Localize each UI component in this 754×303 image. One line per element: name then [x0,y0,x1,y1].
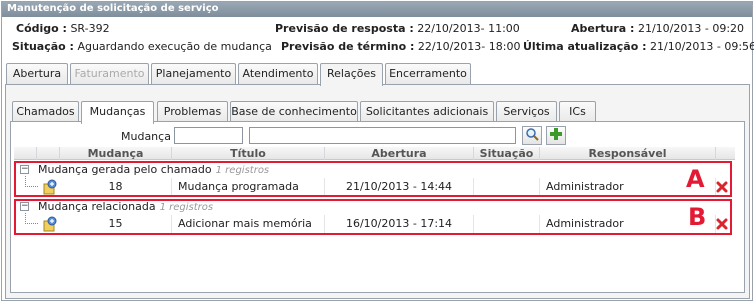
plus-icon [550,128,562,140]
group-name: Mudança gerada pelo chamado [38,163,212,176]
tab-problemas[interactable]: Problemas [157,101,228,123]
cell-abertura: 21/10/2013 - 14:44 [325,178,474,196]
group-count: 1 registros [215,165,270,176]
relacoes-panel: Chamados Mudanças Problemas Base de conh… [5,84,750,299]
search-icon [526,128,539,141]
codigo-field: Código : SR-392 [16,22,110,35]
cell-situacao [474,178,540,196]
inner-tabbar: Chamados Mudanças Problemas Base de conh… [12,97,737,124]
header-situacao[interactable]: Situação [474,147,540,160]
highlight-label-a: A [686,165,705,193]
group-mudanca-relacionada: − Mudança relacionada 1 registros [14,198,735,215]
ultima-atualizacao-value: 21/10/2013 - 09:56 [649,40,754,53]
cell-abertura: 16/10/2013 - 17:14 [325,215,474,233]
tab-ics[interactable]: ICs [559,101,596,123]
tab-chamados[interactable]: Chamados [12,101,79,123]
header-titulo[interactable]: Título [172,147,325,160]
codigo-label: Código : [16,22,67,35]
tab-servicos[interactable]: Serviços [496,101,557,123]
table-row[interactable]: 18 Mudança programada 21/10/2013 - 14:44… [14,176,735,196]
group-mudanca-gerada: − Mudança gerada pelo chamado 1 registros [14,161,735,178]
situacao-field: Situação : Aguardando execução de mudanç… [12,40,272,53]
tab-solicitantes-adicionais[interactable]: Solicitantes adicionais [360,101,494,123]
ultima-atualizacao-field: Última atualização : 21/10/2013 - 09:56 [523,40,754,53]
abertura-label: Abertura : [571,22,635,35]
abertura-field: Abertura : 21/10/2013 - 09:20 [571,22,744,35]
outer-tabs-area: Abertura Faturamento Planejamento Atendi… [5,59,750,299]
previsao-termino-value: 22/10/2013- 18:00 [417,40,521,53]
cell-situacao [474,215,540,233]
delete-icon[interactable] [715,180,729,194]
request-info-panel: Código : SR-392 Situação : Aguardando ex… [2,18,754,56]
add-mudanca-button[interactable] [546,126,566,145]
previsao-resposta-label: Previsão de resposta : [275,22,414,35]
tab-planejamento[interactable]: Planejamento [151,63,236,85]
collapse-group-icon[interactable]: − [20,202,29,211]
cell-titulo: Adicionar mais memória [172,215,325,233]
service-request-window: Manutenção de solicitação de serviço Cód… [1,1,754,301]
header-icon-col [37,147,60,160]
header-mudanca[interactable]: Mudança [60,147,172,160]
ultima-atualizacao-label: Última atualização : [523,40,647,53]
search-row: Mudança : [11,126,744,146]
table-row[interactable]: 15 Adicionar mais memória 16/10/2013 - 1… [14,213,735,233]
tree-connector [25,213,38,224]
tab-faturamento[interactable]: Faturamento [70,63,149,85]
tab-base-de-conhecimento[interactable]: Base de conhecimento [230,101,358,123]
tree-connector [25,176,38,187]
group-title: Mudança gerada pelo chamado 1 registros [38,163,269,176]
group-count: 1 registros [159,202,214,213]
tab-mudancas[interactable]: Mudanças [81,101,154,124]
mudanca-code-input[interactable] [174,127,243,144]
abertura-value: 21/10/2013 - 09:20 [637,22,745,35]
tab-encerramento[interactable]: Encerramento [385,63,471,85]
group-name: Mudança relacionada [38,200,156,213]
previsao-resposta-value: 22/10/2013- 11:00 [417,22,520,35]
change-request-icon [43,216,57,232]
outer-tabbar: Abertura Faturamento Planejamento Atendi… [5,59,750,86]
header-expand-col [14,147,37,160]
group-title: Mudança relacionada 1 registros [38,200,213,213]
situacao-label: Situação : [12,40,74,53]
previsao-resposta-field: Previsão de resposta : 22/10/2013- 11:00 [275,22,520,35]
header-responsavel[interactable]: Responsável [540,147,716,160]
cell-titulo: Mudança programada [172,178,325,196]
highlight-label-b: B [688,203,707,231]
previsao-termino-label: Previsão de término : [281,40,415,53]
window-title: Manutenção de solicitação de serviço [2,2,752,17]
change-request-icon [43,179,57,195]
tab-relacoes[interactable]: Relações [320,63,383,86]
header-action-col [716,147,735,160]
situacao-value: Aguardando execução de mudança [77,40,272,53]
collapse-group-icon[interactable]: − [20,165,29,174]
mudanca-name-input[interactable] [249,127,516,144]
codigo-value: SR-392 [70,22,110,35]
tab-atendimento[interactable]: Atendimento [238,63,318,85]
grid-header: Mudança Título Abertura Situação Respons… [14,147,735,160]
mudanca-search-label: Mudança : [121,130,179,143]
header-abertura[interactable]: Abertura [325,147,474,160]
delete-icon[interactable] [715,217,729,231]
search-button[interactable] [522,126,542,145]
cell-mudanca: 15 [60,215,172,233]
mudancas-panel: Mudança : Mudança Título Abertura Situaç… [10,121,745,293]
cell-mudanca: 18 [60,178,172,196]
tab-abertura[interactable]: Abertura [6,63,68,85]
previsao-termino-field: Previsão de término : 22/10/2013- 18:00 [281,40,520,53]
